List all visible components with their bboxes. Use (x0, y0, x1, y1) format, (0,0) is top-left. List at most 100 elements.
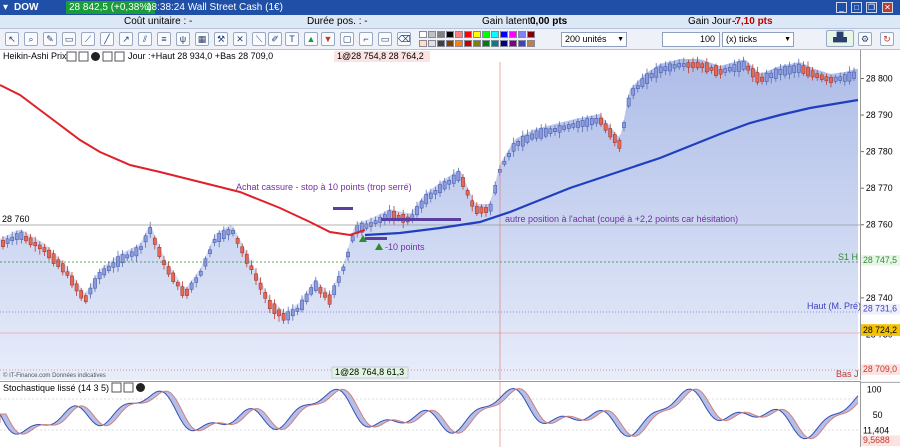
text-tool-icon[interactable]: T (285, 32, 299, 46)
eraser-icon[interactable]: ⌫ (397, 32, 411, 46)
dropdown-icon[interactable]: ▾ (3, 2, 8, 13)
color-swatch[interactable] (428, 40, 436, 47)
color-swatch[interactable] (464, 40, 472, 47)
second-entry-marker (381, 218, 461, 221)
symbol-label: DOW (14, 2, 39, 13)
tools-icon[interactable]: ⚒ (214, 32, 228, 46)
color-swatch[interactable] (518, 40, 526, 47)
measure-icon[interactable]: ⟋ (81, 32, 95, 46)
candle (235, 238, 240, 244)
window-icon[interactable] (123, 382, 134, 393)
color-swatch[interactable] (473, 40, 481, 47)
channel-icon[interactable]: ⫽ (138, 32, 152, 46)
minimize-icon[interactable]: _ (836, 2, 847, 13)
color-swatch[interactable] (419, 40, 427, 47)
ray-icon[interactable]: ↗ (119, 32, 133, 46)
color-swatch[interactable] (482, 40, 490, 47)
candle (479, 206, 484, 214)
chart-type-icon[interactable]: ▟▙ (826, 30, 854, 47)
unrealized-gain-value: 0,00 pts (530, 16, 568, 27)
candle (691, 62, 695, 68)
candle (773, 68, 778, 79)
color-swatch[interactable] (527, 40, 535, 47)
price-axis[interactable]: 28 81028 80028 79028 78028 77028 76028 7… (860, 50, 900, 380)
grid-icon[interactable]: ▦ (195, 32, 209, 46)
color-swatch[interactable] (455, 31, 463, 38)
color-swatch[interactable] (482, 31, 490, 38)
candle (576, 121, 580, 128)
pencil-icon[interactable]: ✐ (268, 32, 282, 46)
window-icon[interactable] (78, 51, 89, 62)
color-swatch[interactable] (518, 31, 526, 38)
color-swatch[interactable] (455, 40, 463, 47)
maximize-icon[interactable]: □ (851, 2, 862, 13)
color-swatch[interactable] (509, 40, 517, 47)
arrow-up-icon[interactable]: ▲ (304, 32, 318, 46)
corner-tool-icon[interactable]: ⌐ (359, 32, 373, 46)
candle (70, 275, 74, 286)
color-swatch[interactable] (500, 40, 508, 47)
candle (737, 61, 741, 72)
color-swatch[interactable] (491, 40, 499, 47)
candle (603, 123, 608, 131)
hide-icon[interactable] (114, 51, 125, 62)
color-swatch[interactable] (446, 31, 454, 38)
candle (755, 72, 760, 83)
color-swatch[interactable] (437, 31, 445, 38)
color-swatch[interactable] (419, 31, 427, 38)
color-swatch[interactable] (464, 31, 472, 38)
candle (585, 118, 590, 127)
stack-icon[interactable] (102, 51, 113, 62)
refresh-icon[interactable]: ↻ (880, 32, 894, 46)
candle (258, 282, 263, 290)
ticks-value-input[interactable]: 100 (662, 32, 720, 47)
color-swatch[interactable] (437, 40, 445, 47)
candle (599, 117, 603, 125)
settings-icon[interactable] (111, 382, 122, 393)
candle (175, 282, 180, 287)
unit-cost-label: Coût unitaire : - (124, 16, 193, 27)
candle (139, 246, 143, 250)
cursor-icon[interactable]: ↖ (5, 32, 19, 46)
color-swatch[interactable] (500, 31, 508, 38)
candle (451, 174, 456, 184)
candle (1, 240, 5, 247)
stochastic-chart[interactable]: Stochastique lissé (14 3 5) (0, 381, 860, 447)
candle (502, 160, 507, 165)
ruler-icon[interactable]: ▭ (62, 32, 76, 46)
candle (240, 246, 245, 254)
candle (474, 206, 479, 214)
cross-tool-icon[interactable]: ✕ (233, 32, 247, 46)
candle (746, 65, 751, 71)
arrow-down-icon[interactable]: ▼ (321, 32, 335, 46)
brush-icon[interactable]: ✎ (43, 32, 57, 46)
units-select[interactable]: 200 unités ▼ (561, 32, 627, 47)
candle (42, 247, 47, 253)
color-swatch[interactable] (491, 31, 499, 38)
candle (525, 135, 530, 143)
color-swatch[interactable] (473, 31, 481, 38)
price-chart[interactable]: Achat cassure - stop à 10 points (trop s… (0, 50, 860, 380)
candle (654, 67, 659, 78)
close-indicator-icon[interactable] (136, 383, 145, 392)
highlight-tool-icon[interactable]: ▭ (378, 32, 392, 46)
pitchfork-icon[interactable]: ψ (176, 32, 190, 46)
zoom-icon[interactable]: ⌕ (24, 32, 38, 46)
fibonacci-icon[interactable]: ≡ (157, 32, 171, 46)
candle (162, 260, 166, 265)
close-icon[interactable]: ✕ (882, 2, 893, 13)
settings-icon[interactable]: ⚙ (858, 32, 872, 46)
close-indicator-icon[interactable] (91, 52, 100, 61)
candle (760, 76, 764, 82)
trendline-icon[interactable]: ╱ (100, 32, 114, 46)
color-swatch[interactable] (527, 31, 535, 38)
ticks-unit-select[interactable]: (x) ticks ▼ (722, 32, 794, 47)
bottom-cursor-label: 1@28 764,8 61,3 (335, 367, 404, 377)
rectangle-tool-icon[interactable]: ▢ (340, 32, 354, 46)
restore-icon[interactable]: ❐ (866, 2, 877, 13)
line-tool-icon[interactable]: ⟍ (252, 32, 266, 46)
color-swatch[interactable] (446, 40, 454, 47)
color-swatch[interactable] (428, 31, 436, 38)
settings-icon[interactable] (66, 51, 77, 62)
color-swatch[interactable] (509, 31, 517, 38)
